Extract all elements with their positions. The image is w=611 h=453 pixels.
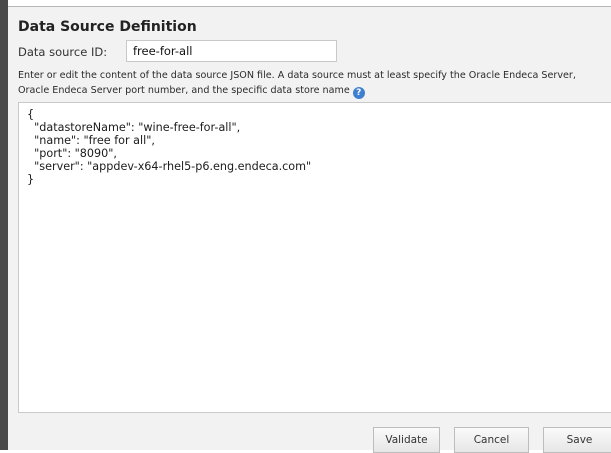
cancel-button[interactable]: Cancel bbox=[454, 427, 529, 453]
save-button[interactable]: Save bbox=[543, 427, 611, 453]
data-source-id-input[interactable]: free-for-all bbox=[126, 40, 337, 62]
data-source-id-label: Data source ID: bbox=[18, 45, 108, 59]
dialog-title: Data Source Definition bbox=[18, 19, 197, 35]
validate-button[interactable]: Validate bbox=[373, 427, 440, 453]
screen: Data Source Definition Data source ID: f… bbox=[0, 0, 611, 453]
json-content-editor[interactable]: { "datastoreName": "wine-free-for-all", … bbox=[18, 102, 611, 413]
instructions-text: Enter or edit the content of the data so… bbox=[18, 68, 608, 99]
instructions-body: Enter or edit the content of the data so… bbox=[18, 70, 576, 96]
help-icon[interactable]: ? bbox=[352, 87, 365, 99]
window-left-edge bbox=[0, 0, 8, 450]
data-source-definition-dialog: Data Source Definition Data source ID: f… bbox=[8, 6, 611, 453]
